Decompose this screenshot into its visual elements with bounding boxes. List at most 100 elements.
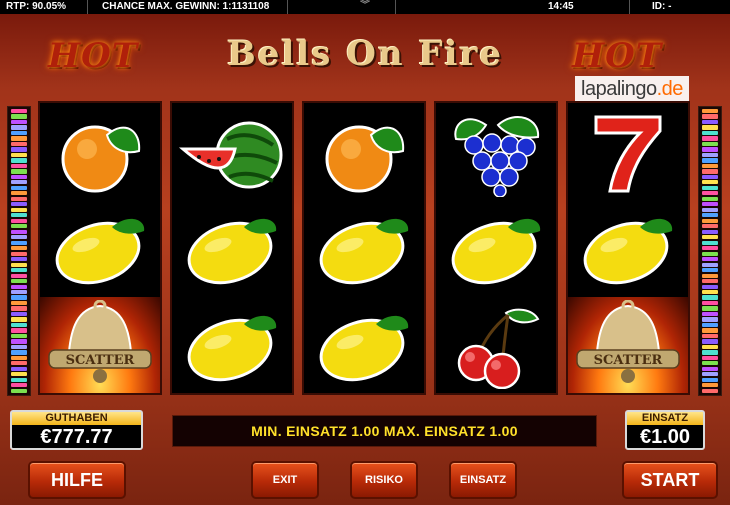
symbol-orange [40,103,160,200]
payline-marker [702,383,718,388]
symbol-lemon [172,200,292,297]
payline-marker [11,377,27,382]
payline-marker [702,229,718,234]
symbol-lemon [304,200,424,297]
payline-marker [11,246,27,251]
reel-5: SCATTER [566,101,690,395]
payline-marker [702,240,718,245]
payline-marker [702,169,718,174]
help-button[interactable]: HILFE [28,461,126,499]
payline-marker [11,388,27,393]
payline-marker [702,366,718,371]
payline-marker [702,339,718,344]
info-bar: RTP: 90.05% CHANCE MAX. GEWINN: 1:113110… [0,0,730,14]
payline-marker [11,119,27,125]
payline-marker [11,333,27,339]
payline-marker [702,284,718,289]
payline-marker [702,235,718,240]
payline-marker [11,273,27,278]
payline-marker [702,300,718,306]
payline-marker [11,262,27,267]
exit-button[interactable]: EXIT [251,461,319,499]
payline-marker [11,311,27,317]
payline-marker [702,207,718,212]
payline-marker [702,185,718,190]
payline-marker [702,109,718,114]
payline-marker [702,191,718,196]
payline-marker [702,322,718,328]
payline-marker [702,317,718,322]
symbol-lemon [304,297,424,393]
payline-marker [702,180,718,185]
payline-marker [11,141,27,147]
payline-marker [11,235,27,240]
payline-marker [11,224,27,229]
payline-marker [11,185,27,190]
payline-marker [11,268,27,273]
payline-marker [11,163,27,169]
payline-marker [11,366,27,371]
payline-marker [702,262,718,267]
payline-marker [11,339,27,344]
payline-marker [702,202,718,207]
payline-marker [702,119,718,125]
symbol-lemon [436,200,556,297]
payline-marker [702,257,718,262]
game-title: Bells On Fire [227,34,503,74]
payline-marker [11,169,27,174]
payline-marker [11,218,27,223]
bet-value: €1.00 [639,426,691,448]
symbol-lemon [568,200,688,297]
payline-marker [11,257,27,262]
payline-marker [702,196,718,201]
bet-limits-message: MIN. EINSATZ 1.00 MAX. EINSATZ 1.00 [172,415,597,447]
payline-marker [11,152,27,158]
payline-marker [11,344,27,350]
reel-4 [434,101,558,395]
chevron-down-icon[interactable]: ︾ [335,0,395,14]
balance-label: GUTHABEN [12,412,141,425]
lapalingo-logo: lapalingo.de [575,76,689,103]
payline-marker [702,350,718,355]
gamble-button[interactable]: RISIKO [350,461,418,499]
max-win-chance-label: CHANCE MAX. GEWINN: 1:1131108 [88,0,288,14]
payline-marker [702,344,718,350]
payline-marker [702,333,718,339]
payline-marker [702,355,718,360]
start-button[interactable]: START [622,461,718,499]
bet-button[interactable]: EINSATZ [449,461,517,499]
payline-marker [702,372,718,377]
symbol-watermelon [172,103,292,200]
balance-display: GUTHABEN €777.77 [10,410,143,450]
payline-marker [11,207,27,212]
bet-label: EINSATZ [627,412,703,425]
payline-marker [702,141,718,147]
payline-marker [702,279,718,284]
payline-marker [702,268,718,273]
payline-marker [702,361,718,366]
payline-marker [11,136,27,141]
payline-marker [11,174,27,179]
payline-marker [11,196,27,201]
payline-marker [11,361,27,366]
reel-1: SCATTER [38,101,162,395]
svg-text:SCATTER: SCATTER [594,353,663,368]
payline-marker [702,251,718,256]
symbol-cherries [436,297,556,393]
payline-marker [702,273,718,278]
payline-marker [11,240,27,245]
clock-label: 14:45 [395,0,630,14]
payline-marker [11,279,27,284]
hot-logo-right: HOT [572,36,663,76]
payline-marker [11,158,27,163]
payline-marker [702,246,718,251]
payline-marker [702,152,718,158]
payline-indicator-right [698,106,722,396]
payline-marker [11,191,27,196]
payline-marker [11,289,27,295]
rtp-label: RTP: 90.05% [0,0,88,14]
payline-marker [11,317,27,322]
payline-marker [702,125,718,130]
reel-2 [170,101,294,395]
payline-marker [11,202,27,207]
